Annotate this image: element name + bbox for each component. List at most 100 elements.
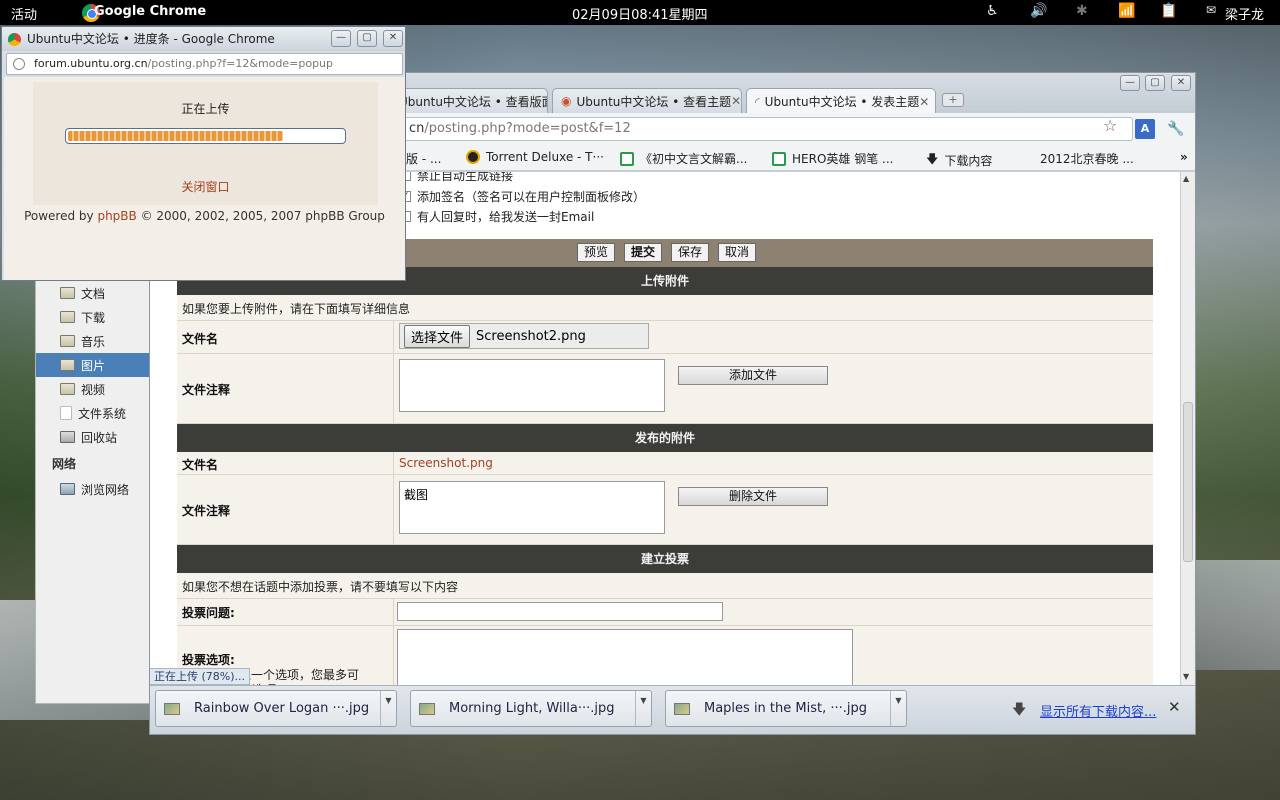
save-button[interactable]: 保存 <box>671 243 710 262</box>
clock[interactable]: 02月09日08:41星期四 <box>572 4 708 23</box>
tab-view-topic[interactable]: ◉ Ubuntu中文论坛 • 查看主题 ✕ <box>552 88 742 113</box>
volume-icon[interactable]: 🔊 <box>1030 3 1047 19</box>
wifi-icon[interactable]: 📶 <box>1118 3 1135 19</box>
download-item[interactable]: Morning Light, Willa···.jpg ▼ <box>410 690 652 727</box>
posted-file-link[interactable]: Screenshot.png <box>399 456 493 470</box>
close-window-button[interactable]: ✕ <box>1171 75 1191 91</box>
page-icon <box>620 151 634 166</box>
close-window-button[interactable]: ✕ <box>383 30 403 47</box>
close-tab-icon[interactable]: ✕ <box>919 95 929 109</box>
footer-suffix: © 2000, 2002, 2005, 2007 phpBB Group <box>136 209 385 223</box>
popup-titlebar[interactable]: Ubuntu中文论坛 • 进度条 - Google Chrome — ▢ ✕ <box>2 27 405 51</box>
submit-button[interactable]: 提交 <box>624 243 663 262</box>
download-item[interactable]: Rainbow Over Logan ···.jpg ▼ <box>155 690 397 727</box>
choose-file-button[interactable]: 选择文件 <box>404 324 471 348</box>
sidebar-item-filesystem[interactable]: 文件系统 <box>36 401 149 425</box>
popup-address-bar[interactable]: forum.ubuntu.org.cn/posting.php?f=12&mod… <box>6 53 403 75</box>
bookmark-label: 版 - ... <box>406 152 442 166</box>
vertical-scrollbar[interactable]: ▲ ▼ <box>1180 172 1195 685</box>
minimize-button[interactable]: — <box>1120 75 1140 91</box>
bookmark-item[interactable]: 《初中文言文解霸... <box>620 150 747 167</box>
tab-view-forum[interactable]: Ubuntu中文论坛 • 查看版面✕ <box>390 88 548 113</box>
cancel-button[interactable]: 取消 <box>718 243 757 262</box>
download-item[interactable]: Maples in the Mist, ···.jpg ▼ <box>665 690 907 727</box>
posted-comment-row: 文件注释 截图 删除文件 <box>177 475 1153 545</box>
option-email-notify[interactable]: 有人回复时，给我发送一封Email <box>400 208 594 225</box>
delete-file-button[interactable]: 删除文件 <box>678 487 828 506</box>
add-file-button[interactable]: 添加文件 <box>678 366 828 385</box>
option-disable-links[interactable]: 禁止自动生成链接 <box>400 172 513 184</box>
comment-label: 文件注释 <box>182 383 231 397</box>
posted-filename-row: 文件名 Screenshot.png <box>177 452 1153 475</box>
bookmark-item[interactable]: Torrent Deluxe - T··· <box>466 150 604 164</box>
loading-spinner-icon: ◜ <box>755 94 760 109</box>
chevron-down-icon[interactable]: ▼ <box>890 691 906 726</box>
folder-pictures-icon <box>60 359 75 371</box>
sidebar-heading-network: 网络 <box>52 457 77 471</box>
network-icon <box>60 483 75 495</box>
maximize-button[interactable]: ▢ <box>357 30 377 47</box>
clipboard-icon[interactable]: 📋 <box>1160 3 1177 19</box>
top-panel: 活动 Google Chrome 02月09日08:41星期四 ♿ 🔊 ✱ 📶 … <box>0 0 1280 25</box>
sidebar-item-videos[interactable]: 视频 <box>36 377 149 401</box>
scroll-up-icon[interactable]: ▲ <box>1183 174 1189 183</box>
row-divider <box>393 599 394 625</box>
upload-note: 如果您要上传附件，请在下面填写详细信息 <box>182 302 411 316</box>
sidebar-item-pictures[interactable]: 图片 <box>36 353 149 377</box>
poll-options-textarea[interactable] <box>397 629 853 685</box>
popup-title: Ubuntu中文论坛 • 进度条 - Google Chrome <box>27 32 275 46</box>
poll-note-row: 如果您不想在话题中添加投票，请不要填写以下内容 <box>177 573 1153 599</box>
close-tab-icon[interactable]: ✕ <box>731 94 741 108</box>
sidebar-item-browse-network[interactable]: 浏览网络 <box>36 477 149 501</box>
bookmark-label: 下载内容 <box>944 154 993 168</box>
bookmark-label: Torrent Deluxe - T··· <box>486 150 604 164</box>
progress-fill <box>68 131 283 141</box>
sidebar-item-trash[interactable]: 回收站 <box>36 425 149 449</box>
preview-button[interactable]: 预览 <box>577 243 616 262</box>
phpbb-link[interactable]: phpBB <box>97 209 136 223</box>
row-divider <box>393 475 394 544</box>
posted-comment-textarea[interactable]: 截图 <box>399 481 665 534</box>
show-all-downloads-link[interactable]: 显示所有下载内容... <box>1040 701 1156 720</box>
bookmarks-overflow-icon[interactable]: » <box>1180 150 1188 164</box>
activities-button[interactable]: 活动 <box>11 4 37 23</box>
upload-comment-textarea[interactable] <box>399 359 665 412</box>
download-arrow-icon: 🡇 <box>1012 702 1027 718</box>
scrollbar-thumb[interactable] <box>1183 402 1193 562</box>
sidebar-item-label: 回收站 <box>81 430 118 445</box>
bookmark-item[interactable]: 版 - ... <box>406 150 441 167</box>
bookmark-item[interactable]: 2012北京春晚 ... <box>1040 150 1134 167</box>
maximize-button[interactable]: ▢ <box>1145 75 1165 91</box>
accessibility-icon[interactable]: ♿ <box>986 3 999 19</box>
option-add-signature[interactable]: ✓添加签名（签名可以在用户控制面板修改） <box>400 188 645 205</box>
new-tab-button[interactable]: + <box>942 93 964 107</box>
bluetooth-icon[interactable]: ✱ <box>1076 3 1088 19</box>
wrench-icon[interactable]: 🔧 <box>1166 119 1186 139</box>
user-menu[interactable]: 梁子龙 <box>1225 4 1264 23</box>
poll-question-input[interactable] <box>397 602 723 621</box>
sidebar-item-downloads[interactable]: 下载 <box>36 305 149 329</box>
bookmark-star-icon[interactable]: ☆ <box>1103 116 1117 135</box>
scroll-down-icon[interactable]: ▼ <box>1183 672 1189 681</box>
bookmark-label: 《初中文言文解霸... <box>640 152 748 166</box>
bookmark-item[interactable]: 🡇 下载内容 <box>926 150 992 171</box>
chevron-down-icon[interactable]: ▼ <box>380 691 396 726</box>
folder-download-icon <box>60 311 75 323</box>
bookmark-label: HERO英雄 钢笔 ... <box>792 152 894 166</box>
minimize-button[interactable]: — <box>331 30 351 47</box>
upload-progress-popup: Ubuntu中文论坛 • 进度条 - Google Chrome — ▢ ✕ f… <box>1 26 406 281</box>
tab-post-topic[interactable]: ◜ Ubuntu中文论坛 • 发表主题 ✕ <box>746 88 936 114</box>
sidebar-item-label: 下载 <box>81 310 106 325</box>
close-window-link[interactable]: 关闭窗口 <box>33 178 378 195</box>
close-icon[interactable]: ✕ <box>1168 698 1181 716</box>
upload-note-row: 如果您要上传附件，请在下面填写详细信息 <box>177 295 1153 321</box>
sidebar-item-documents[interactable]: 文档 <box>36 281 149 305</box>
app-menu-button[interactable]: Google Chrome <box>94 4 206 19</box>
bookmark-item[interactable]: HERO英雄 钢笔 ... <box>772 150 893 167</box>
file-input[interactable]: 选择文件 Screenshot2.png <box>399 323 649 349</box>
translate-icon[interactable]: A <box>1135 119 1155 139</box>
poll-question-label: 投票问题: <box>182 606 235 620</box>
chevron-down-icon[interactable]: ▼ <box>635 691 651 726</box>
sidebar-item-music[interactable]: 音乐 <box>36 329 149 353</box>
upload-filename-row: 文件名 选择文件 Screenshot2.png <box>177 321 1153 354</box>
